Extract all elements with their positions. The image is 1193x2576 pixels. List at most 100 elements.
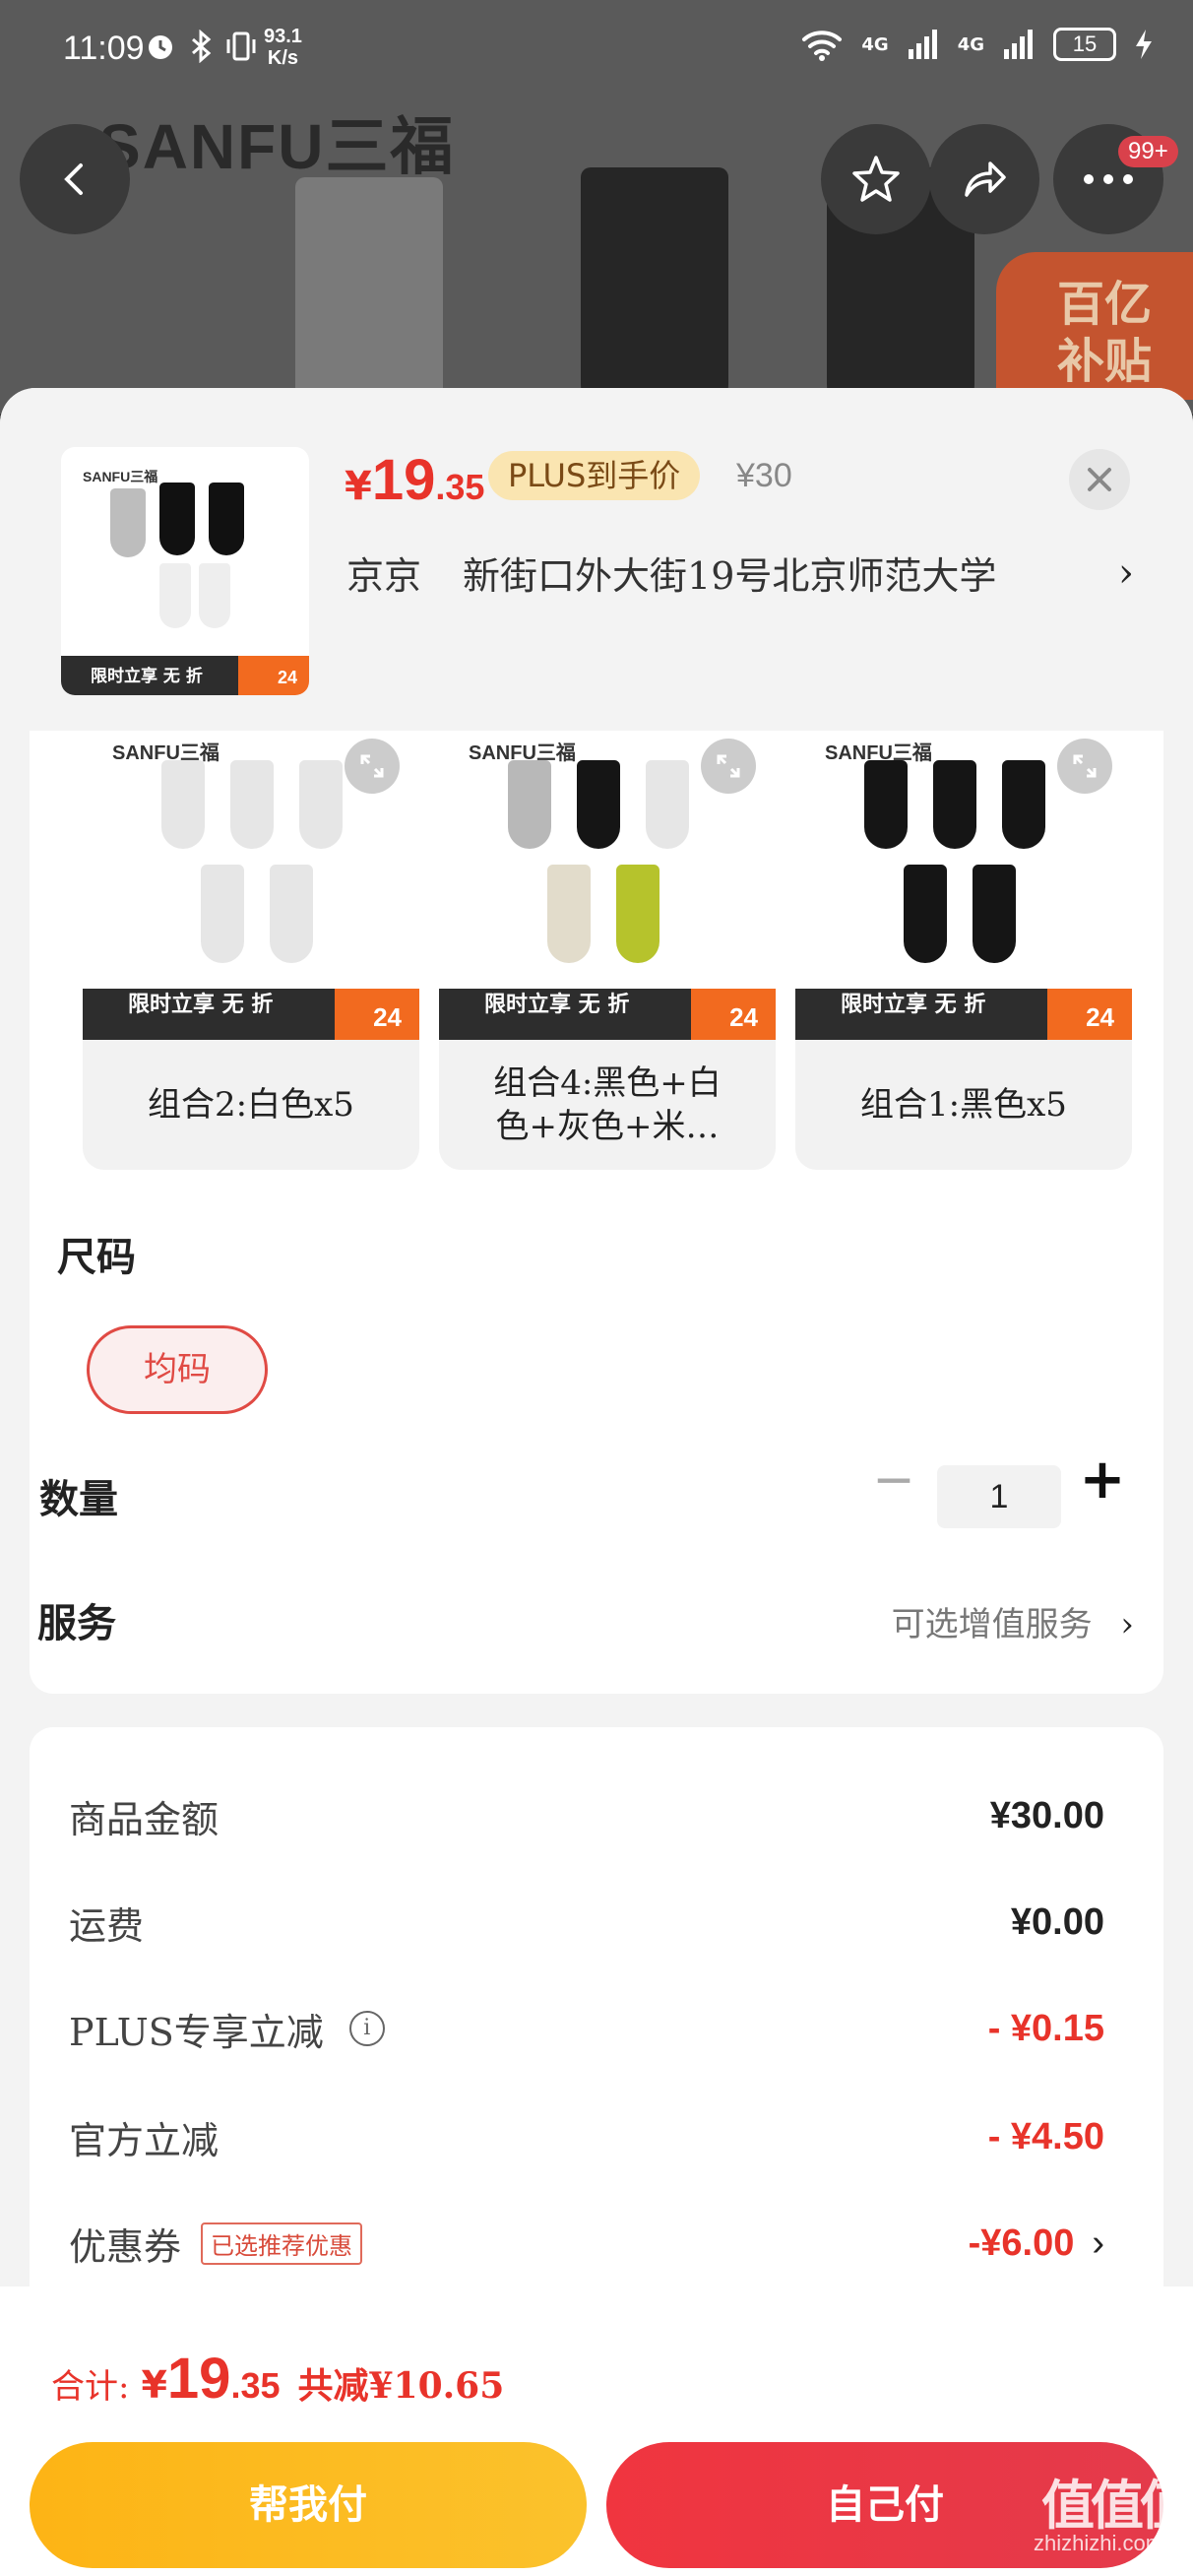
status-icons-left [144,30,258,63]
options-card: SANFU三福 限时立享 无 折 24 组合2:白色x5 SANFU三福 限时立… [30,731,1163,1694]
brand-logo: SANFU三福 [98,111,456,182]
summary-label: 商品金额 [69,1797,220,1841]
close-button[interactable] [1069,449,1130,510]
chevron-right-icon: › [1092,2222,1104,2264]
total-label: 合计: [51,2367,130,2407]
variant-sock [616,865,659,963]
purchase-sheet: SANFU三福 限时立享 无 折 24 ¥ 19 .35 PLUS到手价 ¥30… [0,388,1193,2576]
size-section-title: 尺码 [57,1234,136,1280]
summary-label: PLUS专享立减 [69,2010,324,2054]
service-selector[interactable]: 可选增值服务 › [892,1597,1134,1645]
variant-promo-num: 24 [1047,989,1132,1040]
back-arrow-icon [64,163,83,195]
product-image-sock [295,177,443,414]
variant-promo: 限时立享 无 折 24 [795,989,1132,1040]
variant-sock [577,760,620,849]
variant-image: SANFU三福 限时立享 无 折 24 [83,731,419,1040]
variant-image: SANFU三福 限时立享 无 折 24 [795,731,1132,1040]
product-image-sock [581,167,728,414]
variant-sock [864,760,908,849]
chevron-right-icon: › [1118,549,1134,596]
variant-sock [270,865,313,963]
back-button[interactable] [20,124,130,234]
favorite-button[interactable] [821,124,931,234]
signal-bars-icon [908,30,937,59]
signal-label-1: 4G [861,33,889,55]
size-option-selected[interactable]: 均码 [87,1325,268,1414]
variant-sock [230,760,274,849]
battery-indicator: 15 [1053,28,1116,61]
chevron-right-icon: › [1120,1605,1134,1644]
summary-label-wrap: PLUS专享立减 i [69,2002,385,2056]
summary-value: - ¥0.15 [987,2007,1104,2049]
plus-price-badge: PLUS到手价 [488,451,701,500]
coupon-tag: 已选推荐优惠 [201,2222,363,2265]
variant-option[interactable]: SANFU三福 限时立享 无 折 24 组合1:黑色x5 [795,731,1132,1170]
summary-row: 商品金额 ¥30.00 [69,1786,1104,1845]
summary-row: PLUS专享立减 i - ¥0.15 [69,1999,1104,2058]
expand-icon[interactable] [701,739,756,794]
total-saved: 共减¥10.65 [297,2365,505,2407]
variant-sock [933,760,976,849]
notification-badge: 99+ [1118,136,1178,167]
share-button[interactable] [929,124,1039,234]
variant-promo: 限时立享 无 折 24 [83,989,419,1040]
variant-list[interactable]: SANFU三福 限时立享 无 折 24 组合2:白色x5 SANFU三福 限时立… [83,731,1136,1174]
product-thumbnail[interactable]: SANFU三福 限时立享 无 折 24 [61,447,309,695]
total-currency: ¥ [141,2363,167,2407]
variant-sock [904,865,947,963]
subsidy-line2: 补贴 [1057,334,1153,389]
summary-value: - ¥4.50 [987,2115,1104,2157]
delivery-address[interactable]: 京京 新街口外大街19号北京师范大学 › [346,546,1134,600]
variant-promo-num: 24 [691,989,776,1040]
variant-promo-text: 限时立享 无 折 [439,989,691,1040]
checkout-footer: 合计: ¥ 19 .35 共减¥10.65 帮我付 自己付 [0,2286,1193,2576]
variant-label: 组合1:黑色x5 [860,1085,1067,1125]
subsidy-tag: 百亿 补贴 [996,252,1193,400]
service-value: 可选增值服务 [891,1605,1093,1644]
address-city: 京京 [346,554,422,598]
summary-value: ¥0.00 [1010,1900,1104,1943]
subsidy-line1: 百亿 [1057,277,1153,332]
variant-sock [973,865,1016,963]
thumbnail-promo-text: 限时立享 无 折 [61,656,238,695]
original-price: ¥30 [736,457,792,494]
expand-icon[interactable] [345,739,400,794]
total-integer: 19 [166,2347,231,2411]
summary-label: 运费 [69,1903,145,1948]
coupon-row[interactable]: 优惠券 已选推荐优惠 -¥6.00 › [69,2214,1104,2273]
alarm-icon [149,35,172,59]
variant-image: SANFU三福 限时立享 无 折 24 [439,731,776,1040]
close-icon [1088,468,1111,491]
total-amount: 合计: ¥ 19 .35 共减¥10.65 [51,2346,504,2412]
help-pay-button[interactable]: 帮我付 [30,2442,587,2568]
quantity-increase-button[interactable]: + [1073,1448,1132,1516]
wifi-icon [802,31,843,61]
summary-label: 官方立减 [69,2118,220,2162]
watermark-logo: 值值值 [1041,2475,1193,2537]
summary-row: 官方立减 - ¥4.50 [69,2107,1104,2166]
variant-label: 组合4:黑色+白色+灰色+米… [493,1063,722,1146]
thumbnail-promo: 限时立享 无 折 24 [61,656,309,695]
summary-label: 优惠券 [69,2224,182,2269]
summary-row: 运费 ¥0.00 [69,1893,1104,1952]
info-icon[interactable]: i [348,2011,385,2046]
variant-sock [547,865,591,963]
summary-value: -¥6.00 [968,2222,1075,2264]
watermark-text: zhizhizhi.com [1034,2531,1164,2555]
status-icons-right: 4G 4G 15 [800,28,1154,61]
price-integer: 19 [371,448,436,512]
quantity-decrease-button[interactable]: − [864,1448,923,1516]
status-bar: 11:09 93.1 K/s 4G 4G 15 [0,0,1193,98]
thumbnail-sock [110,488,146,557]
variant-option[interactable]: SANFU三福 限时立享 无 折 24 组合4:黑色+白色+灰色+米… [439,731,776,1170]
variant-option[interactable]: SANFU三福 限时立享 无 折 24 组合2:白色x5 [83,731,419,1170]
expand-icon[interactable] [1057,739,1112,794]
service-title: 服务 [37,1600,116,1646]
quantity-input[interactable]: 1 [937,1465,1061,1528]
vibrate-icon [226,32,256,61]
quantity-title: 数量 [39,1476,118,1522]
network-speed: 93.1 K/s [264,26,302,69]
thumbnail-sock [209,483,244,555]
address-detail: 新街口外大街19号北京师范大学 [463,554,997,598]
